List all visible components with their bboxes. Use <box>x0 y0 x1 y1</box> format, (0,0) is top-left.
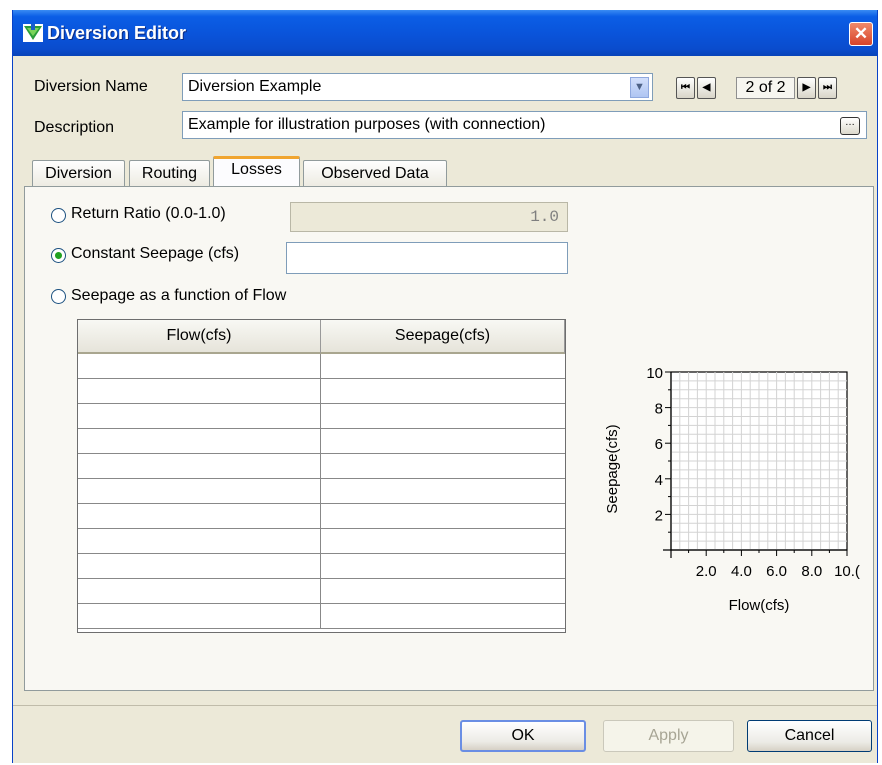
flow-cell[interactable] <box>78 479 321 504</box>
table-row[interactable] <box>78 429 565 454</box>
seepage-cell[interactable] <box>321 404 565 429</box>
apply-button[interactable]: Apply <box>603 720 734 752</box>
seepage-cell[interactable] <box>321 429 565 454</box>
y-tick-label: 10 <box>646 365 663 382</box>
y-tick-label: 2 <box>655 507 663 524</box>
table-row[interactable] <box>78 454 565 479</box>
y-tick-label: 8 <box>655 401 663 418</box>
prev-record-icon: ◀ <box>702 82 711 93</box>
seepage-cell[interactable] <box>321 604 565 629</box>
seepage-function-label: Seepage as a function of Flow <box>71 287 287 304</box>
description-field[interactable]: Example for illustration purposes (with … <box>182 111 867 139</box>
last-record-icon: ⏭ <box>823 82 832 93</box>
table-row[interactable] <box>78 379 565 404</box>
flow-cell[interactable] <box>78 554 321 579</box>
column-header-flow[interactable]: Flow(cfs) <box>78 320 321 354</box>
column-header-seepage[interactable]: Seepage(cfs) <box>321 320 565 354</box>
table-row[interactable] <box>78 504 565 529</box>
close-button[interactable]: ✕ <box>849 22 873 46</box>
next-record-icon: ▶ <box>802 82 811 93</box>
cancel-button[interactable]: Cancel <box>747 720 872 752</box>
seepage-cell[interactable] <box>321 479 565 504</box>
return-ratio-label: Return Ratio (0.0-1.0) <box>71 205 226 222</box>
description-label: Description <box>34 119 115 136</box>
y-tick-label: 4 <box>655 472 663 489</box>
first-record-icon: ⏮ <box>681 82 690 93</box>
description-value: Example for illustration purposes (with … <box>188 116 546 133</box>
table-row[interactable] <box>78 354 565 379</box>
x-tick-label: 2.0 <box>696 563 717 580</box>
diversion-editor-window: Diversion Editor ✕ Diversion Name Divers… <box>12 10 878 763</box>
x-tick-label: 6.0 <box>766 563 787 580</box>
flow-cell[interactable] <box>78 604 321 629</box>
y-axis-title: Seepage(cfs) <box>604 424 621 513</box>
seepage-cell[interactable] <box>321 454 565 479</box>
nav-next-button[interactable]: ▶ <box>797 77 816 99</box>
flow-cell[interactable] <box>78 354 321 379</box>
table-row[interactable] <box>78 554 565 579</box>
seepage-cell[interactable] <box>321 379 565 404</box>
x-tick-label: 4.0 <box>731 563 752 580</box>
description-edit-button[interactable]: … <box>840 117 860 135</box>
diversion-name-label: Diversion Name <box>34 78 148 95</box>
tab-observed-data[interactable]: Observed Data <box>303 160 447 188</box>
table-row[interactable] <box>78 529 565 554</box>
tab-diversion[interactable]: Diversion <box>32 160 125 188</box>
window-title: Diversion Editor <box>47 23 187 43</box>
x-tick-label: 10.( <box>834 563 860 580</box>
x-axis-title: Flow(cfs) <box>729 597 790 614</box>
flow-cell[interactable] <box>78 429 321 454</box>
nav-last-button[interactable]: ⏭ <box>818 77 837 99</box>
seepage-function-radio[interactable] <box>51 289 66 304</box>
seepage-cell[interactable] <box>321 529 565 554</box>
ellipsis-icon: … <box>845 117 855 128</box>
seepage-cell[interactable] <box>321 579 565 604</box>
seepage-cell[interactable] <box>321 354 565 379</box>
table-row[interactable] <box>78 579 565 604</box>
seepage-table[interactable]: Flow(cfs) Seepage(cfs) <box>77 319 566 633</box>
nav-prev-button[interactable]: ◀ <box>697 77 716 99</box>
return-ratio-input[interactable]: 1.0 <box>290 202 568 232</box>
nav-first-button[interactable]: ⏮ <box>676 77 695 99</box>
ok-button[interactable]: OK <box>460 720 586 752</box>
x-tick-label: 8.0 <box>801 563 822 580</box>
flow-cell[interactable] <box>78 454 321 479</box>
table-row[interactable] <box>78 404 565 429</box>
constant-seepage-radio[interactable] <box>51 248 66 263</box>
constant-seepage-input[interactable] <box>286 242 568 274</box>
tab-losses[interactable]: Losses <box>213 156 300 188</box>
record-count: 2 of 2 <box>736 77 795 99</box>
diversion-name-dropdown-arrow[interactable]: ▼ <box>630 77 649 98</box>
table-row[interactable] <box>78 604 565 629</box>
flow-cell[interactable] <box>78 504 321 529</box>
flow-cell[interactable] <box>78 404 321 429</box>
return-ratio-radio[interactable] <box>51 208 66 223</box>
y-tick-label: 6 <box>655 436 663 453</box>
seepage-cell[interactable] <box>321 504 565 529</box>
table-row[interactable] <box>78 479 565 504</box>
title-bar[interactable]: Diversion Editor ✕ <box>13 10 877 56</box>
constant-seepage-label: Constant Seepage (cfs) <box>71 245 240 262</box>
seepage-cell[interactable] <box>321 554 565 579</box>
diversion-name-combo[interactable]: Diversion Example <box>182 73 653 101</box>
flow-cell[interactable] <box>78 529 321 554</box>
flow-cell[interactable] <box>78 579 321 604</box>
tab-routing[interactable]: Routing <box>129 160 210 188</box>
seepage-chart: 2 4 6 8 10 2.0 4.0 6.0 8.0 10.( Flow(cfs) Seepage(c… <box>604 365 860 614</box>
app-icon <box>23 24 43 42</box>
chevron-down-icon: ▼ <box>634 81 645 93</box>
flow-cell[interactable] <box>78 379 321 404</box>
diversion-name-value: Diversion Example <box>188 78 322 95</box>
close-icon: ✕ <box>853 24 869 43</box>
